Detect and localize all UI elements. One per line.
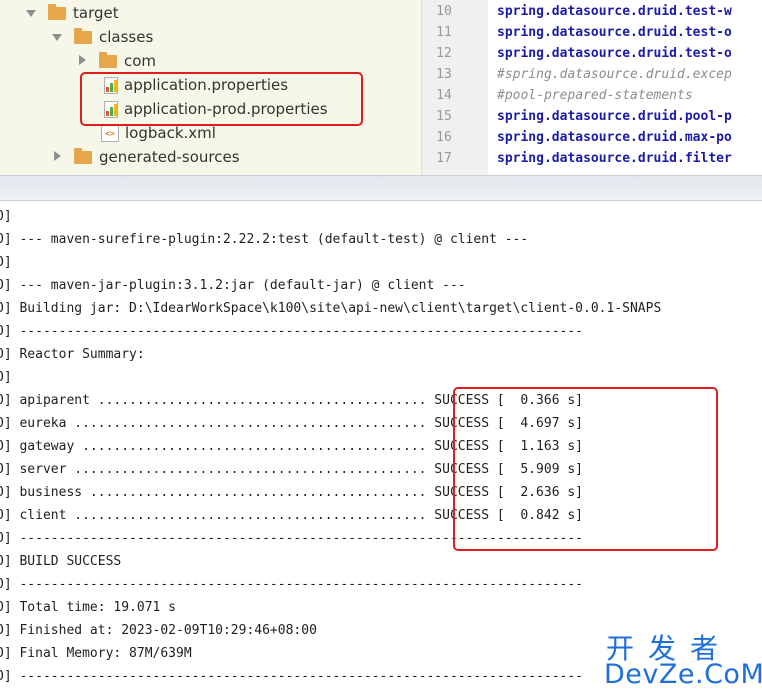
line-number: 12 [436,46,452,61]
console-line: O] Total time: 19.071 s [0,600,177,615]
tree-item-com[interactable]: com [75,50,156,72]
console-line: O] --- maven-jar-plugin:3.1.2:jar (defau… [0,278,466,293]
code-line: spring.datasource.druid.test-o [497,46,732,61]
code-line: spring.datasource.druid.test-o [497,25,732,40]
console-line: O] -------------------------------------… [0,669,583,684]
code-comment-line: #spring.datasource.druid.excep [497,67,732,82]
tree-item-label: com [124,52,157,70]
console-line: O] [0,209,12,224]
console-line: O] Final Memory: 87M/639M [0,646,192,661]
highlight-box-properties [80,72,363,126]
console-line: O] -------------------------------------… [0,324,583,339]
watermark: 开发者 DevZe.CoM [604,627,762,696]
project-tree: target classes com application.propertie… [0,0,421,175]
console-line: O] BUILD SUCCESS [0,554,122,569]
code-editor[interactable]: 10 11 12 13 14 15 16 17 spring.datasourc… [421,0,762,175]
watermark-en: DevZe.CoM [604,659,762,690]
line-number: 17 [436,151,452,166]
code-line: spring.datasource.druid.pool-p [497,109,732,124]
panel-separator[interactable] [0,175,762,201]
folder-icon [74,27,92,44]
console-line: O] Building jar: D:\IdearWorkSpace\k100\… [0,301,662,316]
build-console[interactable]: O] O] --- maven-surefire-plugin:2.22.2:t… [0,201,762,696]
line-number-gutter: 10 11 12 13 14 15 16 17 [422,0,488,175]
code-line: spring.datasource.druid.test-w [497,4,732,19]
console-line: O] [0,255,12,270]
tree-item-label: classes [99,28,154,46]
chevron-right-icon[interactable] [75,54,89,68]
folder-icon [99,51,117,68]
highlight-box-success [453,387,718,551]
console-line: O] -------------------------------------… [0,577,583,592]
line-number: 16 [436,130,452,145]
code-line: spring.datasource.druid.max-po [497,130,732,145]
tree-item-generated-sources[interactable]: generated-sources [50,146,240,168]
console-line: O] Reactor Summary: [0,347,145,362]
tree-item-target[interactable]: target [24,2,119,24]
line-number: 15 [436,109,452,124]
console-line: O] Finished at: 2023-02-09T10:29:46+08:0… [0,623,317,638]
line-number: 13 [436,67,452,82]
code-comment-line: #pool-prepared-statements [497,88,693,103]
console-line: O] --- maven-surefire-plugin:2.22.2:test… [0,232,529,247]
tree-item-label: generated-sources [99,148,240,166]
console-line: O] [0,370,12,385]
code-line: spring.datasource.druid.filter [497,151,732,166]
line-number: 10 [436,4,452,19]
xml-file-icon: <> [101,124,119,142]
line-number: 11 [436,25,452,40]
tree-item-classes[interactable]: classes [50,26,153,48]
chevron-right-icon[interactable] [50,150,64,164]
chevron-down-icon[interactable] [24,6,38,20]
line-number: 14 [436,88,452,103]
chevron-down-icon[interactable] [50,30,64,44]
folder-icon [48,3,66,20]
folder-icon [74,147,92,164]
tree-item-label: target [73,4,119,22]
